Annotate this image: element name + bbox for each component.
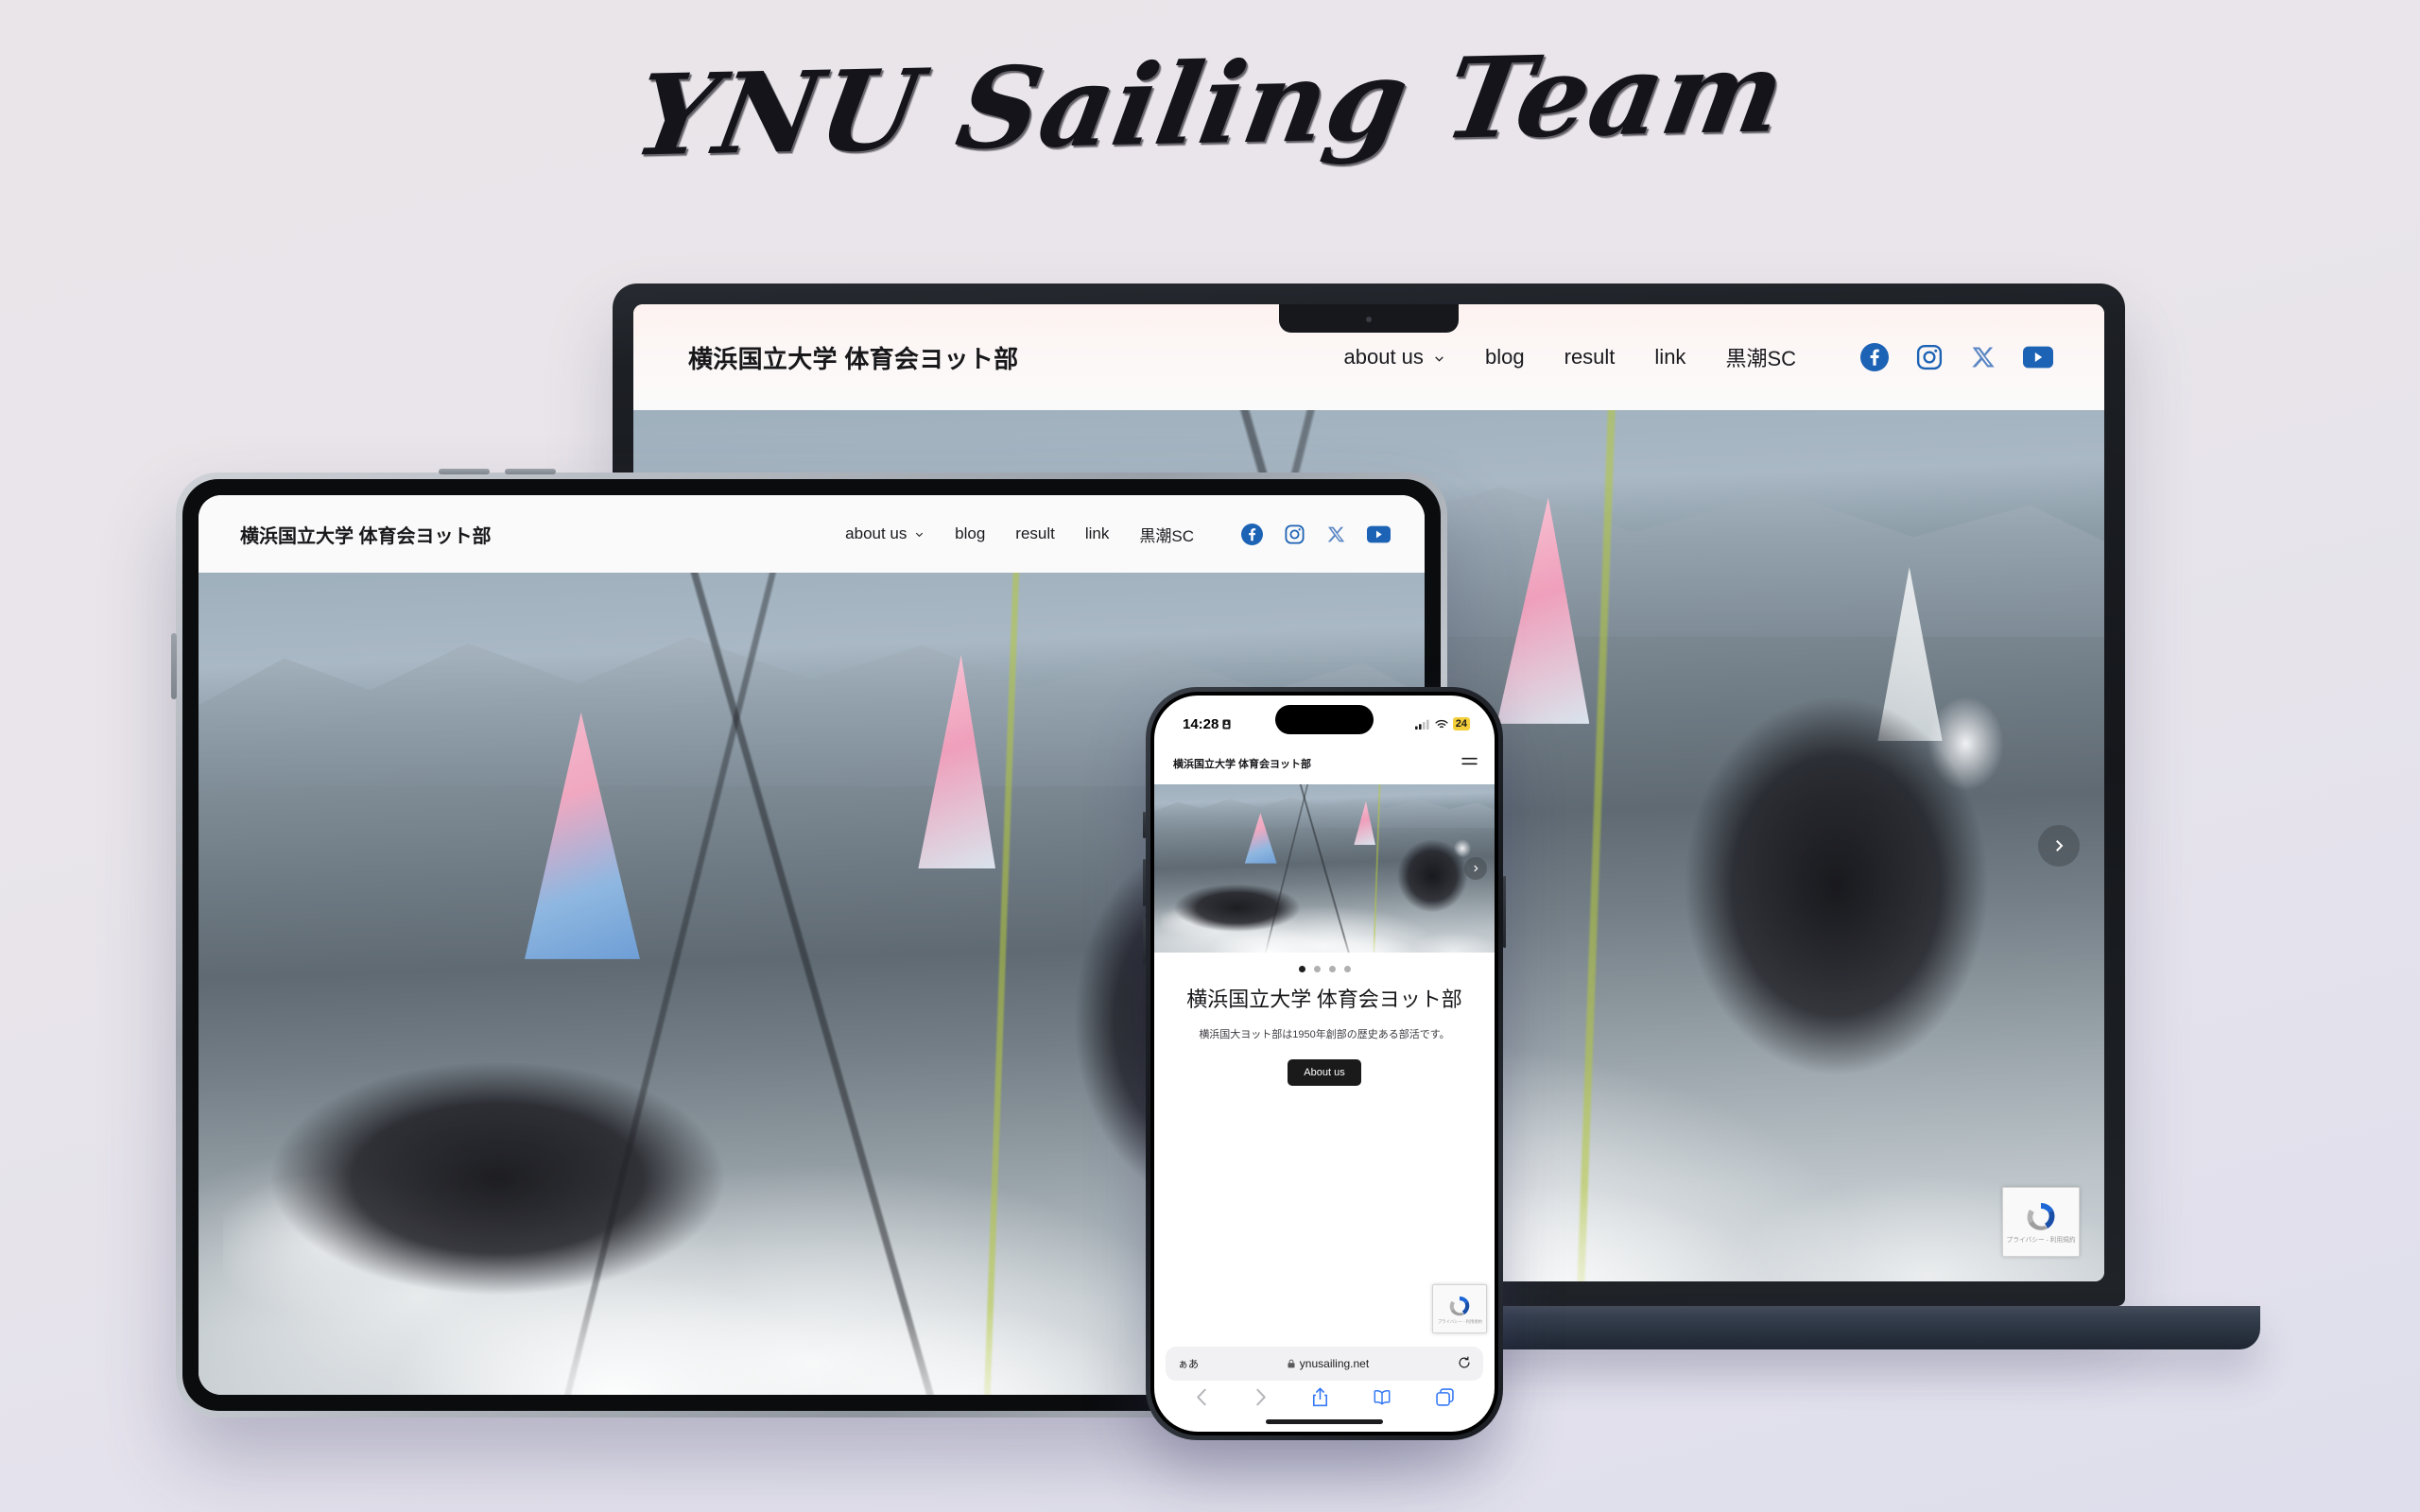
text-size-button[interactable]: ぁあ — [1178, 1356, 1199, 1371]
instagram-icon[interactable] — [1915, 343, 1944, 371]
lock-icon — [1288, 1359, 1295, 1368]
back-icon[interactable] — [1195, 1388, 1209, 1411]
safari-address-bar: ぁあ ynusailing.net — [1154, 1347, 1495, 1381]
main-navigation: about us blog result link 黒潮SC — [1344, 342, 2053, 372]
volume-up-button[interactable] — [439, 469, 490, 474]
nav-item-result[interactable]: result — [1015, 524, 1055, 543]
site-title: 横浜国立大学 体育会ヨット部 — [688, 344, 1019, 373]
cellular-signal-icon — [1414, 719, 1429, 730]
share-icon[interactable] — [1312, 1387, 1328, 1412]
tabs-icon[interactable] — [1435, 1388, 1454, 1411]
silent-switch[interactable] — [1143, 812, 1146, 838]
carousel-dot[interactable] — [1313, 966, 1321, 972]
social-links — [1241, 523, 1391, 546]
phone-frame: 14:28 24 横浜国立大学 体育会ヨット部 横浜国立大学 体育会ヨット部 横… — [1143, 687, 1506, 1440]
nav-item-about-us[interactable]: about us — [1344, 345, 1446, 369]
hero-section: 横浜国立大学 体育会ヨット部 横浜国大ヨット部は1950年創部の歴史ある部活です… — [1154, 972, 1495, 1087]
hero-heading: 横浜国立大学 体育会ヨット部 — [1186, 988, 1462, 1011]
camera-icon — [1366, 317, 1372, 322]
nav-item-kuroshio-sc[interactable]: 黒潮SC — [1725, 342, 1796, 372]
nav-item-blog[interactable]: blog — [955, 524, 985, 543]
battery-indicator: 24 — [1452, 716, 1470, 731]
about-us-button[interactable]: About us — [1288, 1059, 1361, 1087]
x-icon[interactable] — [1970, 344, 1996, 370]
url-value: ynusailing.net — [1299, 1357, 1370, 1370]
recaptcha-terms-text: プライバシー - 利用規約 — [1437, 1318, 1482, 1324]
focus-icon — [1222, 719, 1231, 729]
tablet-site-header: 横浜国立大学 体育会ヨット部 about us blog result link… — [199, 495, 1425, 573]
safari-toolbar — [1154, 1381, 1495, 1418]
carousel-dot[interactable] — [1343, 966, 1351, 972]
site-title: 横浜国立大学 体育会ヨット部 — [240, 525, 492, 547]
volume-down-button[interactable] — [505, 469, 556, 474]
carousel-dots — [1154, 953, 1495, 972]
phone-site-header: 横浜国立大学 体育会ヨット部 — [1154, 743, 1495, 784]
nav-item-kuroshio-sc[interactable]: 黒潮SC — [1139, 523, 1194, 546]
chevron-right-icon — [1474, 865, 1478, 872]
hero-subtext: 横浜国大ヨット部は1950年創部の歴史ある部活です。 — [1199, 1028, 1450, 1040]
instagram-icon[interactable] — [1284, 524, 1305, 545]
youtube-icon[interactable] — [2023, 342, 2053, 372]
carousel-dot[interactable] — [1328, 966, 1336, 972]
phone-screen: 14:28 24 横浜国立大学 体育会ヨット部 横浜国立大学 体育会ヨット部 横… — [1154, 696, 1495, 1432]
recaptcha-terms-text: プライバシー - 利用規約 — [2006, 1237, 2076, 1244]
hero-carousel-image — [1154, 784, 1495, 953]
carousel-next-button[interactable] — [1464, 857, 1487, 880]
site-title: 横浜国立大学 体育会ヨット部 — [1173, 759, 1312, 770]
phone-device-mockup: 14:28 24 横浜国立大学 体育会ヨット部 横浜国立大学 体育会ヨット部 横… — [1143, 687, 1506, 1440]
dynamic-island — [1275, 705, 1374, 734]
page-title-text: YNU Sailing Team — [625, 26, 1795, 181]
recaptcha-logo-icon — [2021, 1199, 2061, 1235]
wifi-icon — [1435, 719, 1448, 728]
main-navigation: about us blog result link 黒潮SC — [845, 523, 1391, 546]
nav-item-link[interactable]: link — [1654, 345, 1685, 369]
recaptcha-badge[interactable]: プライバシー - 利用規約 — [1432, 1284, 1487, 1333]
page-title: YNU Sailing Team — [0, 26, 2420, 180]
x-icon[interactable] — [1326, 524, 1346, 544]
power-button[interactable] — [171, 633, 177, 699]
carousel-next-button[interactable] — [2038, 825, 2080, 867]
social-links — [1860, 342, 2053, 372]
url-text-group: ynusailing.net — [1288, 1357, 1369, 1370]
recaptcha-badge[interactable]: プライバシー - 利用規約 — [2002, 1187, 2080, 1257]
nav-item-about-us[interactable]: about us — [845, 524, 925, 543]
facebook-icon[interactable] — [1860, 343, 1889, 371]
facebook-icon[interactable] — [1241, 523, 1263, 545]
hamburger-menu-icon[interactable] — [1461, 755, 1478, 772]
chevron-down-icon — [916, 532, 924, 538]
reload-icon[interactable] — [1458, 1355, 1471, 1372]
home-indicator — [1266, 1419, 1383, 1424]
volume-up-button[interactable] — [1143, 859, 1146, 906]
laptop-camera-notch — [1279, 304, 1459, 333]
power-button[interactable] — [1503, 876, 1506, 948]
photo-spray — [1154, 895, 1495, 953]
nav-item-blog[interactable]: blog — [1485, 345, 1525, 369]
nav-item-result[interactable]: result — [1564, 345, 1616, 369]
phone-bezel: 14:28 24 横浜国立大学 体育会ヨット部 横浜国立大学 体育会ヨット部 横… — [1150, 692, 1498, 1435]
forward-icon[interactable] — [1253, 1388, 1268, 1411]
chevron-down-icon — [1435, 356, 1443, 362]
url-field[interactable]: ぁあ ynusailing.net — [1166, 1347, 1483, 1381]
status-time: 14:28 — [1183, 715, 1219, 732]
carousel-dot[interactable] — [1298, 966, 1305, 972]
volume-down-button[interactable] — [1143, 918, 1146, 965]
youtube-icon[interactable] — [1367, 523, 1391, 546]
bookmarks-icon[interactable] — [1373, 1389, 1392, 1410]
recaptcha-logo-icon — [1445, 1294, 1474, 1319]
chevron-right-icon — [2056, 840, 2064, 851]
nav-item-link[interactable]: link — [1085, 524, 1110, 543]
